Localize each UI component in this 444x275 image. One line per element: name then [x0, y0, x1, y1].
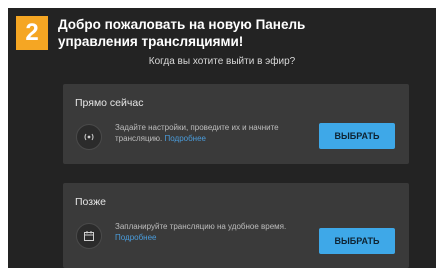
- learn-more-link-later[interactable]: Подробнее: [115, 233, 157, 242]
- option-title-now: Прямо сейчас: [75, 97, 144, 109]
- dialog: 2 Добро пожаловать на новую Панель управ…: [8, 8, 436, 268]
- welcome-title-line2: управления трансляциями!: [58, 34, 244, 49]
- welcome-title: Добро пожаловать на новую Панель управле…: [58, 16, 358, 50]
- welcome-title-line1: Добро пожаловать на новую Панель: [58, 17, 306, 32]
- option-title-later: Позже: [75, 196, 106, 208]
- calendar-icon: [76, 223, 102, 249]
- option-description-later: Запланируйте трансляцию на удобное время…: [115, 222, 287, 242]
- select-later-button[interactable]: ВЫБРАТЬ: [319, 228, 395, 254]
- live-broadcast-icon: [76, 124, 102, 150]
- option-card-later: Позже Запланируйте трансляцию на удобное…: [63, 183, 409, 268]
- option-card-now: Прямо сейчас Задайте настройки, проведит…: [63, 84, 409, 164]
- step-number-badge: 2: [16, 16, 48, 50]
- when-live-prompt: Когда вы хотите выйти в эфир?: [148, 56, 296, 67]
- option-description-now: Задайте настройки, проведите их и начнит…: [115, 123, 279, 143]
- learn-more-link-now[interactable]: Подробнее: [165, 134, 207, 143]
- select-now-button[interactable]: ВЫБРАТЬ: [319, 123, 395, 149]
